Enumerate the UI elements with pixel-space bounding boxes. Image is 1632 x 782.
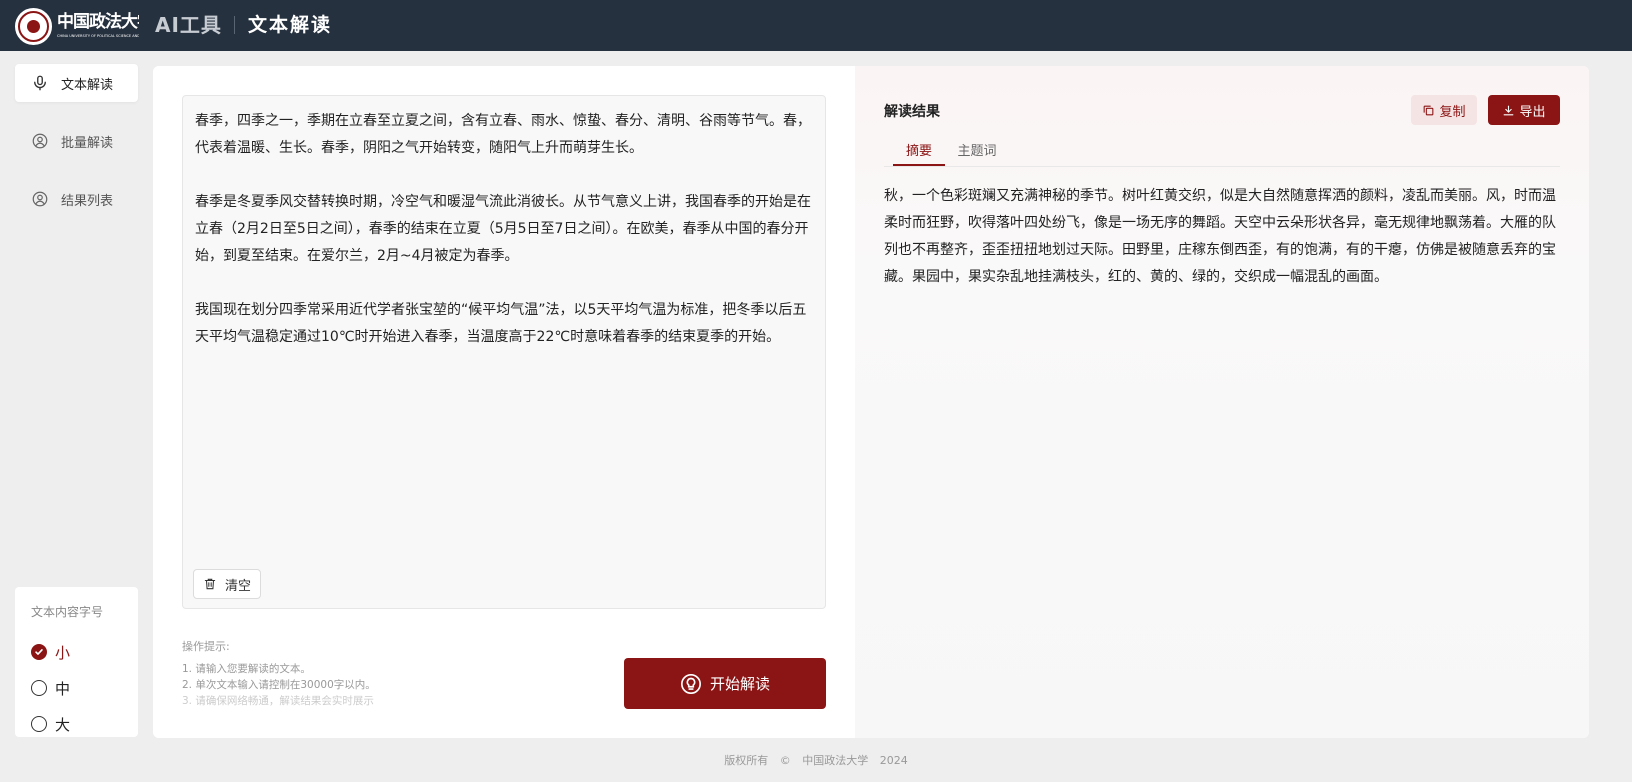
font-size-panel: 文本内容字号 小 中 大: [15, 587, 138, 737]
input-paragraph: 春季，四季之一，季期在立春至立夏之间，含有立春、雨水、惊蛰、春分、清明、谷雨等节…: [195, 113, 811, 156]
sidebar-item-label: 结果列表: [61, 193, 114, 209]
lightbulb-icon: [680, 673, 701, 694]
operation-tips: 操作提示: 1. 请输入您要解读的文本。 2. 单次文本输入请控制在30000字…: [182, 638, 482, 708]
check-circle-icon[interactable]: [31, 644, 47, 660]
footer-symbol: ©: [779, 754, 791, 767]
tab-keywords[interactable]: 主题词: [957, 140, 997, 166]
tip-item: 1. 请输入您要解读的文本。: [182, 663, 311, 675]
main-card: 春季，四季之一，季期在立春至立夏之间，含有立春、雨水、惊蛰、春分、清明、谷雨等节…: [153, 66, 1589, 738]
export-button[interactable]: 导出: [1488, 95, 1560, 125]
clear-button-label: 清空: [224, 578, 251, 594]
footer-org: 中国政法大学: [802, 754, 869, 767]
copy-icon: [1424, 105, 1434, 115]
university-logo-subtext: CHINA UNIVERSITY OF POLITICAL SCIENCE AN…: [57, 34, 139, 38]
input-paragraph: 我国现在划分四季常采用近代学者张宝堃的“候平均气温”法，以5天平均气温为标准，把…: [195, 302, 807, 345]
download-icon: [1504, 105, 1514, 115]
tip-item: 2. 单次文本输入请控制在30000字以内。: [182, 679, 376, 691]
start-interpretation-button[interactable]: 开始解读: [624, 658, 826, 709]
font-size-option-label: 中: [55, 679, 71, 698]
trash-icon: [204, 578, 216, 590]
page-title: 文本解读: [248, 14, 333, 36]
user-circle-icon: [31, 190, 49, 208]
tabs-divider: [884, 166, 1560, 167]
footer-copyright: 版权所有: [724, 754, 769, 767]
font-size-title: 文本内容字号: [31, 605, 104, 619]
export-button-label: 导出: [1519, 104, 1546, 120]
sidebar-item-result-list[interactable]: 结果列表: [15, 180, 138, 218]
input-paragraph: 春季是冬夏季风交替转换时期，冷空气和暖湿气流此消彼长。从节气意义上讲，我国春季的…: [195, 194, 811, 264]
start-button-label: 开始解读: [709, 675, 770, 693]
result-title: 解读结果: [884, 104, 940, 120]
user-circle-icon: [31, 132, 49, 150]
clear-button[interactable]: 清空: [193, 569, 261, 599]
font-size-option-medium[interactable]: 中: [31, 670, 138, 706]
microphone-icon: [31, 74, 49, 92]
font-size-option-label: 大: [55, 715, 71, 734]
font-size-option-small[interactable]: 小: [31, 634, 138, 670]
radio-circle-icon[interactable]: [31, 716, 47, 732]
tab-summary[interactable]: 摘要: [893, 140, 945, 166]
sidebar-item-batch-interpretation[interactable]: 批量解读: [15, 122, 138, 160]
sidebar-item-label: 批量解读: [61, 135, 114, 151]
footer-year: 2024: [879, 754, 908, 767]
header-divider: [234, 16, 235, 34]
app-name: AI工具: [155, 13, 222, 37]
font-size-option-label: 小: [55, 643, 71, 662]
tips-title: 操作提示:: [182, 640, 230, 653]
footer: 版权所有 © 中国政法大学 2024: [0, 752, 1632, 768]
top-header: 中国政法大学 CHINA UNIVERSITY OF POLITICAL SCI…: [0, 0, 1632, 51]
result-text: 秋，一个色彩斑斓又充满神秘的季节。树叶红黄交织，似是大自然随意挥洒的颜料，凌乱而…: [884, 188, 1556, 285]
text-input-area[interactable]: 春季，四季之一，季期在立春至立夏之间，含有立春、雨水、惊蛰、春分、清明、谷雨等节…: [182, 95, 826, 609]
tip-item: 3. 请确保网络畅通，解读结果会实时展示: [182, 695, 374, 707]
radio-circle-icon[interactable]: [31, 680, 47, 696]
input-text[interactable]: 春季，四季之一，季期在立春至立夏之间，含有立春、雨水、惊蛰、春分、清明、谷雨等节…: [195, 108, 815, 378]
font-size-option-large[interactable]: 大: [31, 706, 138, 742]
copy-button[interactable]: 复制: [1411, 95, 1477, 125]
university-seal-icon: [15, 8, 52, 45]
sidebar-item-text-interpretation[interactable]: 文本解读: [15, 64, 138, 102]
sidebar-item-label: 文本解读: [61, 77, 114, 93]
copy-button-label: 复制: [1439, 104, 1466, 120]
